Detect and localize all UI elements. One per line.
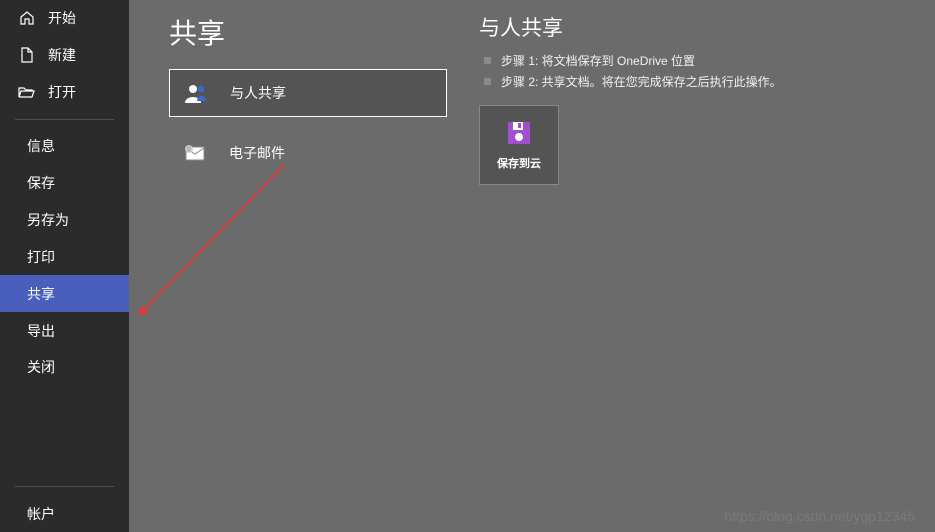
save-to-cloud-button[interactable]: 保存到云 — [479, 105, 559, 185]
save-icon — [505, 119, 533, 147]
home-icon — [17, 10, 37, 26]
sidebar-item-share[interactable]: 共享 — [0, 275, 129, 312]
step-text: 步骤 2: 共享文档。将在您完成保存之后执行此操作。 — [501, 73, 782, 90]
sidebar-item-close[interactable]: 关闭 — [0, 349, 129, 386]
detail-panel: 与人共享 步骤 1: 将文档保存到 OneDrive 位置 步骤 2: 共享文档… — [479, 12, 919, 185]
sidebar-item-start[interactable]: 开始 — [0, 0, 129, 37]
sidebar-item-label: 共享 — [27, 284, 55, 304]
sidebar-item-account[interactable]: 帐户 — [0, 495, 129, 532]
sidebar-item-label: 关闭 — [27, 357, 55, 377]
step-text: 步骤 1: 将文档保存到 OneDrive 位置 — [501, 52, 695, 69]
main-panel: 共享 与人共享 电子邮件 — [129, 0, 479, 532]
sidebar-item-open[interactable]: 打开 — [0, 74, 129, 111]
sidebar-item-save[interactable]: 保存 — [0, 165, 129, 202]
option-label: 电子邮件 — [229, 143, 285, 163]
cloud-button-label: 保存到云 — [497, 155, 541, 171]
sidebar-item-export[interactable]: 导出 — [0, 312, 129, 349]
sidebar-item-label: 信息 — [27, 136, 55, 156]
bullet-icon — [484, 57, 491, 64]
option-label: 与人共享 — [230, 83, 286, 103]
sidebar-item-new[interactable]: 新建 — [0, 37, 129, 74]
sidebar: 开始 新建 打开 信息 保存 另存为 打印 共享 导出 关闭 帐户 — [0, 0, 129, 532]
sidebar-item-label: 打开 — [48, 82, 76, 102]
bullet-icon — [484, 78, 491, 85]
watermark: https://blog.csdn.net/ygp12345 — [724, 508, 915, 524]
step-row: 步骤 2: 共享文档。将在您完成保存之后执行此操作。 — [479, 73, 919, 90]
page-title: 共享 — [169, 12, 459, 52]
sidebar-item-label: 打印 — [27, 247, 55, 267]
folder-open-icon — [17, 85, 37, 99]
sidebar-item-saveas[interactable]: 另存为 — [0, 201, 129, 238]
sidebar-item-label: 导出 — [27, 321, 55, 341]
sidebar-item-label: 新建 — [48, 45, 76, 65]
document-icon — [17, 47, 37, 63]
step-row: 步骤 1: 将文档保存到 OneDrive 位置 — [479, 52, 919, 69]
sidebar-item-label: 另存为 — [27, 210, 69, 230]
sidebar-item-info[interactable]: 信息 — [0, 128, 129, 165]
sidebar-item-label: 开始 — [48, 8, 76, 28]
detail-title: 与人共享 — [479, 12, 919, 42]
people-icon — [182, 83, 210, 103]
divider — [15, 486, 114, 487]
option-email[interactable]: 电子邮件 — [169, 129, 447, 177]
sidebar-item-label: 帐户 — [27, 504, 55, 524]
sidebar-item-print[interactable]: 打印 — [0, 238, 129, 275]
sidebar-item-label: 保存 — [27, 173, 55, 193]
mail-icon — [181, 144, 209, 162]
option-share-people[interactable]: 与人共享 — [169, 69, 447, 117]
divider — [15, 119, 114, 120]
